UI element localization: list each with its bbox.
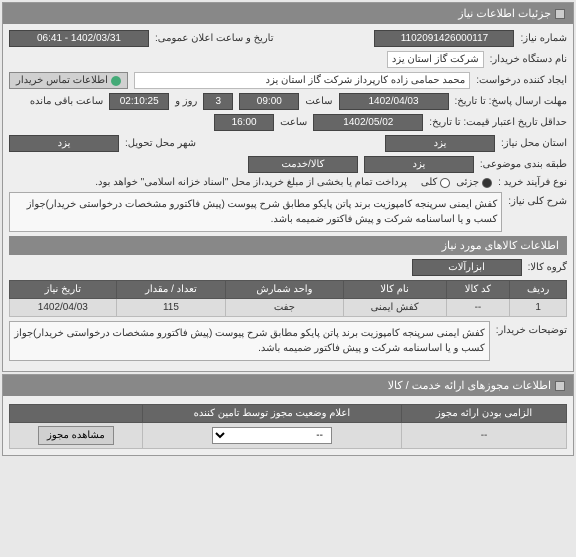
cell-unit: جفت	[226, 299, 343, 317]
radio-full[interactable]: کلی	[421, 177, 450, 188]
need-number-value: 1102091426000117	[374, 30, 514, 47]
permits-panel: اطلاعات مجوزهای ارائه خدمت / کالا الزامی…	[2, 374, 574, 456]
group-label: گروه کالا:	[528, 262, 567, 273]
radio-partial-label: جزئی	[456, 177, 479, 188]
contact-btn-label: اطلاعات تماس خریدار	[16, 75, 108, 86]
need-city-label: استان محل نیاز:	[501, 138, 567, 149]
requester-value: محمد حمامی زاده کارپرداز شرکت گاز استان …	[134, 72, 470, 89]
time-label-1: ساعت	[305, 96, 332, 107]
permits-body: الزامی بودن ارائه مجوز اعلام وضعیت مجوز …	[3, 396, 573, 455]
buyer-note: کفش ایمنی سرپنجه کامپوزیت برند پاتن پایک…	[9, 321, 490, 361]
radio-partial[interactable]: جزئی	[456, 177, 492, 188]
panel-title: جزئیات اطلاعات نیاز	[458, 7, 551, 20]
table-row[interactable]: 1 -- کفش ایمنی جفت 115 1402/04/03	[10, 299, 567, 317]
cell-qty: 115	[116, 299, 226, 317]
remaining-time: 02:10:25	[109, 93, 169, 110]
need-city: یزد	[385, 135, 495, 152]
col-idx: ردیف	[510, 281, 567, 299]
deadline-time: 09:00	[239, 93, 299, 110]
requester-label: ایجاد کننده درخواست:	[476, 75, 567, 86]
days-label: روز و	[175, 96, 197, 107]
permits-title: اطلاعات مجوزهای ارائه خدمت / کالا	[388, 379, 551, 392]
col-code: کد کالا	[446, 281, 510, 299]
permits-table: الزامی بودن ارائه مجوز اعلام وضعیت مجوز …	[9, 404, 567, 449]
time-label-2: ساعت	[280, 117, 307, 128]
cell-status: --	[142, 423, 401, 449]
table-header-row: الزامی بودن ارائه مجوز اعلام وضعیت مجوز …	[10, 405, 567, 423]
radio-full-label: کلی	[421, 177, 437, 188]
validity-time: 16:00	[214, 114, 274, 131]
permits-header[interactable]: اطلاعات مجوزهای ارائه خدمت / کالا	[3, 375, 573, 396]
col-required: الزامی بودن ارائه مجوز	[402, 405, 567, 423]
announce-value: 1402/03/31 - 06:41	[9, 30, 149, 47]
need-details-body: شماره نیاز: 1102091426000117 تاریخ و ساع…	[3, 24, 573, 371]
category: کالا/خدمت	[248, 156, 358, 173]
cell-required: --	[402, 423, 567, 449]
buyer-label: نام دستگاه خریدار:	[490, 54, 567, 65]
need-details-panel: جزئیات اطلاعات نیاز شماره نیاز: 11020914…	[2, 2, 574, 372]
permit-status-select[interactable]: --	[212, 427, 332, 444]
buyer-value: شرکت گاز استان یزد	[387, 51, 484, 68]
cell-date: 1402/04/03	[10, 299, 117, 317]
days-count: 3	[203, 93, 233, 110]
cell-code: --	[446, 299, 510, 317]
radio-dot-icon	[482, 178, 492, 188]
need-details-header[interactable]: جزئیات اطلاعات نیاز	[3, 3, 573, 24]
desc-label: شرح کلی نیاز:	[508, 192, 567, 207]
radio-dot-icon	[440, 178, 450, 188]
category-label: طبقه بندی موضوعی:	[480, 159, 567, 170]
goods-header-text: اطلاعات کالاهای مورد نیاز	[442, 240, 559, 252]
need-number-label: شماره نیاز:	[520, 33, 567, 44]
col-qty: تعداد / مقدار	[116, 281, 226, 299]
deadline-date: 1402/04/03	[339, 93, 449, 110]
goods-table: ردیف کد کالا نام کالا واحد شمارش تعداد /…	[9, 280, 567, 317]
goods-header: اطلاعات کالاهای مورد نیاز	[9, 236, 567, 255]
delivery-city: یزد	[9, 135, 119, 152]
view-permit-button[interactable]: مشاهده مجوز	[38, 426, 114, 445]
collapse-icon[interactable]	[555, 381, 565, 391]
group-value: ابزارآلات	[412, 259, 522, 276]
table-header-row: ردیف کد کالا نام کالا واحد شمارش تعداد /…	[10, 281, 567, 299]
payment-note: پرداخت تمام یا بخشی از مبلغ خرید،از محل …	[95, 177, 407, 188]
cell-name: کفش ایمنی	[343, 299, 446, 317]
col-unit: واحد شمارش	[226, 281, 343, 299]
col-status: اعلام وضعیت مجوز توسط تامین کننده	[142, 405, 401, 423]
cell-action: مشاهده مجوز	[10, 423, 143, 449]
table-row: -- -- مشاهده مجوز	[10, 423, 567, 449]
remaining-label: ساعت باقی مانده	[30, 96, 103, 107]
desc-text: کفش ایمنی سرپنجه کامپوزیت برند پاتن پایک…	[9, 192, 502, 232]
announce-label: تاریخ و ساعت اعلان عمومی:	[155, 33, 274, 44]
deadline-label: مهلت ارسال پاسخ: تا تاریخ:	[455, 96, 567, 107]
info-icon	[111, 76, 121, 86]
validity-date: 1402/05/02	[313, 114, 423, 131]
purchase-type-label: نوع فرآیند خرید :	[498, 177, 567, 188]
cell-idx: 1	[510, 299, 567, 317]
contact-buyer-button[interactable]: اطلاعات تماس خریدار	[9, 72, 128, 89]
validity-label: حداقل تاریخ اعتبار قیمت: تا تاریخ:	[429, 117, 567, 128]
category2: یزد	[364, 156, 474, 173]
collapse-icon[interactable]	[555, 9, 565, 19]
col-name: نام کالا	[343, 281, 446, 299]
buyer-note-label: توضیحات خریدار:	[496, 321, 567, 336]
col-action	[10, 405, 143, 423]
col-date: تاریخ نیاز	[10, 281, 117, 299]
delivery-city-label: شهر محل تحویل:	[125, 138, 196, 149]
